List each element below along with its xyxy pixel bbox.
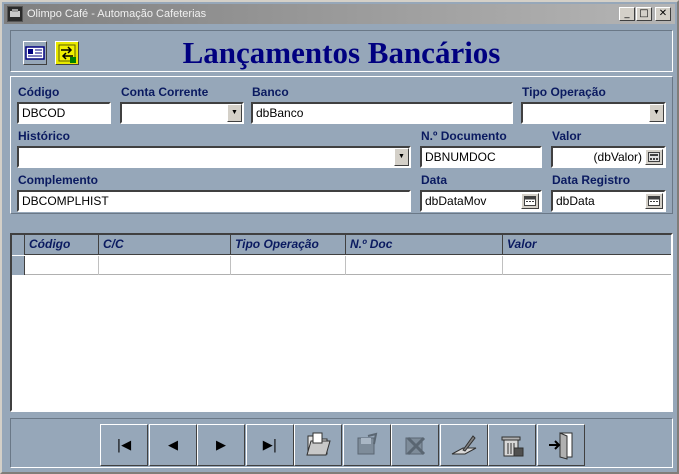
last-record-icon: ▶| [262,437,278,453]
num-documento-field[interactable]: DBNUMDOC [420,146,542,168]
conta-corrente-select[interactable]: ▼ [120,102,244,124]
form-panel: Código DBCOD Conta Corrente ▼ Banco dbBa… [10,76,673,214]
banco-field[interactable]: dbBanco [251,102,513,124]
navigation-bar: |◀ ◀ ▶ ▶| [10,418,673,468]
edit-icon [451,435,477,455]
tipo-operacao-select[interactable]: ▼ [521,102,666,124]
table-cell[interactable] [231,256,346,275]
complemento-label: Complemento [18,173,99,187]
grid-corner [12,235,25,255]
table-cell[interactable] [346,256,503,275]
maximize-button[interactable]: □ [636,7,652,21]
data-value: dbDataMov [425,194,487,208]
main-window: Olimpo Café - Automação Cafeterias _ □ ✕ [0,0,679,474]
codigo-label: Código [18,85,60,99]
edit-button[interactable] [440,424,488,466]
minimize-button[interactable]: _ [619,7,635,21]
table-row[interactable] [12,256,671,275]
open-button[interactable] [294,424,342,466]
next-record-button[interactable]: ▶ [197,424,245,466]
column-header-tipo-operacao[interactable]: Tipo Operação [231,235,346,255]
num-documento-label: N.º Documento [421,129,507,143]
cancel-icon [405,436,426,456]
historico-select[interactable]: ▼ [17,146,411,168]
column-header-codigo[interactable]: Código [25,235,99,255]
historico-label: Histórico [18,129,71,143]
valor-label: Valor [552,129,582,143]
save-icon [357,432,378,455]
column-header-valor[interactable]: Valor [503,235,671,255]
title-bar[interactable]: Olimpo Café - Automação Cafeterias _ □ ✕ [4,4,675,24]
valor-field[interactable]: (dbValor) [551,146,666,168]
chevron-down-icon[interactable]: ▼ [394,148,409,166]
row-indicator[interactable] [12,256,25,275]
tipo-operacao-label: Tipo Operação [522,85,606,99]
previous-record-button[interactable]: ◀ [149,424,197,466]
app-icon [7,6,23,22]
next-record-icon: ▶ [216,437,226,453]
column-header-num-doc[interactable]: N.º Doc [346,235,503,255]
data-registro-field[interactable]: dbData [551,190,666,212]
last-record-button[interactable]: ▶| [246,424,294,466]
data-label: Data [421,173,448,187]
complemento-field[interactable]: DBCOMPLHIST [17,190,411,212]
page-title: Lançamentos Bancários [182,35,501,70]
table-cell[interactable] [25,256,99,275]
previous-record-icon: ◀ [168,437,178,453]
close-button[interactable]: ✕ [655,7,671,21]
data-grid[interactable]: Código C/C Tipo Operação N.º Doc Valor [10,233,673,412]
table-cell[interactable] [503,256,671,275]
cancel-button[interactable] [391,424,439,466]
save-button[interactable] [343,424,391,466]
window-title: Olimpo Café - Automação Cafeterias [27,8,207,20]
table-cell[interactable] [99,256,231,275]
header-panel: Lançamentos Bancários [10,30,673,72]
valor-value: (dbValor) [593,150,642,164]
banco-label: Banco [252,85,289,99]
column-header-cc[interactable]: C/C [99,235,231,255]
chevron-down-icon[interactable]: ▼ [649,104,664,122]
first-record-button[interactable]: |◀ [100,424,148,466]
data-registro-label: Data Registro [552,173,631,187]
delete-button[interactable] [488,424,536,466]
conta-corrente-label: Conta Corrente [121,85,209,99]
open-folder-icon [306,432,331,456]
data-field[interactable]: dbDataMov [420,190,542,212]
exit-door-icon [549,432,573,460]
delete-icon [501,436,524,457]
calendar-icon[interactable] [645,193,663,209]
exit-button[interactable] [537,424,585,466]
codigo-field[interactable]: DBCOD [17,102,111,124]
calculator-icon[interactable] [645,149,663,165]
chevron-down-icon[interactable]: ▼ [227,104,242,122]
calendar-icon[interactable] [521,193,539,209]
data-registro-value: dbData [556,194,595,208]
grid-header: Código C/C Tipo Operação N.º Doc Valor [12,235,671,255]
first-record-icon: |◀ [116,437,132,453]
